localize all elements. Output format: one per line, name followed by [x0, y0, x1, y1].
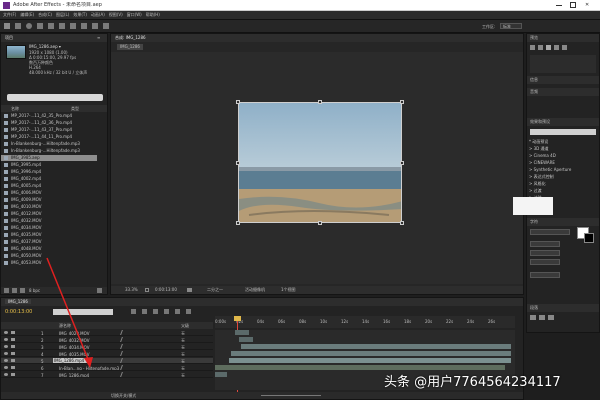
watermark: 头条 @用户7764564234117 — [384, 371, 594, 391]
watermark-text: 头条 @用户7764564234117 — [384, 375, 561, 390]
annotation-arrow — [46, 257, 93, 368]
